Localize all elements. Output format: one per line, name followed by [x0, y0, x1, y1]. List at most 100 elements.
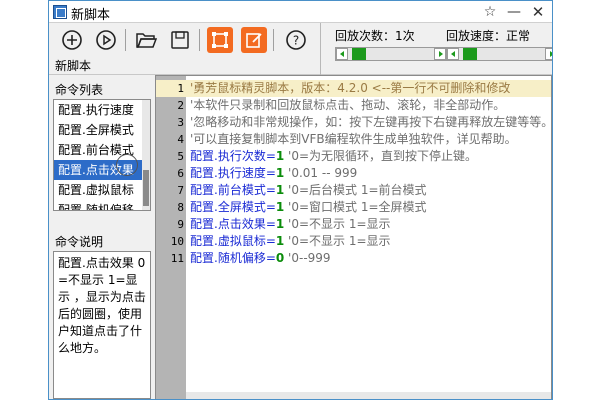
new-script-button[interactable]: [59, 27, 85, 53]
save-button[interactable]: [167, 27, 193, 53]
code-line[interactable]: 11 配置.随机偏移=0 '0--999: [156, 250, 551, 267]
code-line[interactable]: 5 配置.执行次数=1 '0=为无限循环，直到按下停止键。: [156, 148, 551, 165]
line-number: 3: [177, 116, 184, 129]
code-token: 1: [275, 200, 285, 214]
toolbar: ? 新脚本 回放次数：1次 回放速度：正常: [49, 23, 552, 75]
play-button[interactable]: [93, 27, 119, 53]
playback-count-slider[interactable]: [335, 47, 447, 61]
folder-open-icon: [136, 33, 157, 48]
command-list-item[interactable]: 配置.虚拟鼠标: [54, 180, 150, 200]
command-list-item[interactable]: 配置.执行速度: [54, 100, 150, 120]
select-region-icon: [212, 32, 228, 48]
command-description: 配置.点击效果 0=不显示 1=显示 ，显示为点击后的圆圈，使用户知道点击了什么…: [53, 251, 151, 399]
app-window: 新脚本 ☆ — ✕ ? 新脚本 回放次数：1次 回放速度：正常 命令列表 配置.…: [48, 0, 553, 400]
edit-icon: [246, 33, 262, 48]
slider-thumb[interactable]: [351, 48, 366, 60]
help-button[interactable]: ?: [283, 27, 309, 53]
svg-text:?: ?: [293, 34, 299, 48]
slider-left-arrow-icon[interactable]: [447, 48, 459, 60]
code-token: 0: [275, 251, 285, 265]
code-text: 配置.前台模式=1 '0=后台模式 1=前台模式: [190, 182, 427, 199]
code-line[interactable]: 7 配置.前台模式=1 '0=后台模式 1=前台模式: [156, 182, 551, 199]
code-text: 配置.虚拟鼠标=1 '0=不显示 1=显示: [190, 233, 391, 250]
click-effect-ring-icon: [116, 154, 138, 176]
code-token: '本软件只录制和回放鼠标点击、拖动、滚轮，非全部动作。: [190, 98, 506, 112]
line-number: 10: [170, 235, 184, 248]
playback-speed-slider[interactable]: [446, 47, 552, 61]
code-line[interactable]: 4 '可以直接复制脚本到VFB编程软件生成单独软件，详见帮助。: [156, 131, 551, 148]
horizontal-scrollbar[interactable]: [186, 392, 551, 399]
minimize-icon[interactable]: —: [503, 2, 525, 22]
code-token: 配置.全屏模式=: [190, 200, 276, 214]
code-token: '0=后台模式 1=前台模式: [284, 183, 427, 197]
code-line[interactable]: 3 '忽略移动和非常规操作，如：按下左键再按下右键再释放左键等等。: [156, 114, 552, 131]
code-token: 1: [275, 166, 285, 180]
code-line[interactable]: 10 配置.虚拟鼠标=1 '0=不显示 1=显示: [156, 233, 551, 250]
code-token: 配置.随机偏移=: [190, 251, 276, 265]
command-list-item[interactable]: 配置.随机偏移: [54, 200, 150, 210]
line-number: 1: [177, 82, 184, 95]
code-token: 1: [275, 234, 285, 248]
slider-left-arrow-icon[interactable]: [336, 48, 348, 60]
app-icon: [53, 5, 67, 19]
list-scrollbar[interactable]: [142, 100, 150, 210]
open-button[interactable]: [133, 27, 159, 53]
command-list[interactable]: 配置.执行速度 配置.全屏模式 配置.前台模式 配置.点击效果 配置.虚拟鼠标 配置.随机…: [53, 99, 151, 211]
line-number: 8: [177, 201, 184, 214]
code-token: 配置.执行次数=: [190, 149, 276, 163]
toolbar-separator: [199, 29, 200, 51]
pin-icon[interactable]: ☆: [479, 2, 501, 22]
code-token: 配置.虚拟鼠标=: [190, 234, 276, 248]
line-number: 9: [177, 218, 184, 231]
code-token: '忽略移动和非常规操作，如：按下左键再按下右键再释放左键等等。: [190, 115, 552, 129]
playback-count-label: 回放次数：1次: [335, 29, 415, 43]
code-token: '0.01 -- 999: [284, 166, 358, 180]
script-editor[interactable]: 1 '勇芳鼠标精灵脚本，版本：4.2.0 <--第一行不可删除和修改 2 '本软件只录…: [155, 75, 552, 399]
code-line[interactable]: 8 配置.全屏模式=1 '0=窗口模式 1=全屏模式: [156, 199, 551, 216]
script-name-label: 新脚本: [55, 59, 92, 73]
code-text: 配置.执行次数=1 '0=为无限循环，直到按下停止键。: [190, 148, 477, 165]
code-token: '0=不显示 1=显示: [284, 217, 391, 231]
code-token: '可以直接复制脚本到VFB编程软件生成单独软件，详见帮助。: [190, 132, 517, 146]
toolbar-divider: [320, 23, 321, 75]
close-icon[interactable]: ✕: [527, 2, 549, 22]
scrollbar-thumb[interactable]: [143, 170, 149, 206]
edit-button[interactable]: [241, 27, 267, 53]
code-token: '0=为无限循环，直到按下停止键。: [284, 149, 478, 163]
playback-speed-label: 回放速度：正常: [446, 29, 531, 43]
code-token: '勇芳鼠标精灵脚本，版本：4.2.0 <--第一行不可删除和修改: [190, 81, 511, 95]
save-icon: [171, 31, 189, 49]
line-number: 6: [177, 167, 184, 180]
code-text: '本软件只录制和回放鼠标点击、拖动、滚轮，非全部动作。: [190, 97, 505, 114]
line-number: 7: [177, 184, 184, 197]
code-text: '忽略移动和非常规操作，如：按下左键再按下右键再释放左键等等。: [190, 114, 552, 131]
code-token: 1: [275, 183, 285, 197]
code-token: '0=不显示 1=显示: [284, 234, 391, 248]
slider-right-arrow-icon[interactable]: [545, 48, 552, 60]
code-text: 配置.点击效果=1 '0=不显示 1=显示: [190, 216, 391, 233]
line-number: 2: [177, 99, 184, 112]
select-region-button[interactable]: [207, 27, 233, 53]
code-token: 配置.前台模式=: [190, 183, 276, 197]
code-line[interactable]: 1 '勇芳鼠标精灵脚本，版本：4.2.0 <--第一行不可删除和修改: [156, 80, 551, 97]
code-text: 配置.全屏模式=1 '0=窗口模式 1=全屏模式: [190, 199, 427, 216]
code-text: 配置.随机偏移=0 '0--999: [190, 250, 331, 267]
slider-thumb[interactable]: [462, 48, 477, 60]
play-circle-icon: [96, 30, 116, 50]
slider-right-arrow-icon[interactable]: [434, 48, 446, 60]
window-title: 新脚本: [71, 8, 111, 23]
command-list-item[interactable]: 配置.前台模式: [54, 140, 150, 160]
code-token: 1: [275, 217, 285, 231]
code-line[interactable]: 2 '本软件只录制和回放鼠标点击、拖动、滚轮，非全部动作。: [156, 97, 551, 114]
code-token: 配置.执行速度=: [190, 166, 276, 180]
command-list-header: 命令列表: [55, 83, 104, 97]
help-icon: ?: [286, 30, 306, 50]
code-token: '0=窗口模式 1=全屏模式: [284, 200, 427, 214]
code-token: 配置.点击效果=: [190, 217, 276, 231]
command-list-item[interactable]: 配置.全屏模式: [54, 120, 150, 140]
toolbar-separator: [125, 29, 126, 51]
code-line[interactable]: 6 配置.执行速度=1 '0.01 -- 999: [156, 165, 551, 182]
code-line[interactable]: 9 配置.点击效果=1 '0=不显示 1=显示: [156, 216, 551, 233]
add-circle-icon: [62, 30, 82, 50]
code-token: 1: [275, 149, 285, 163]
